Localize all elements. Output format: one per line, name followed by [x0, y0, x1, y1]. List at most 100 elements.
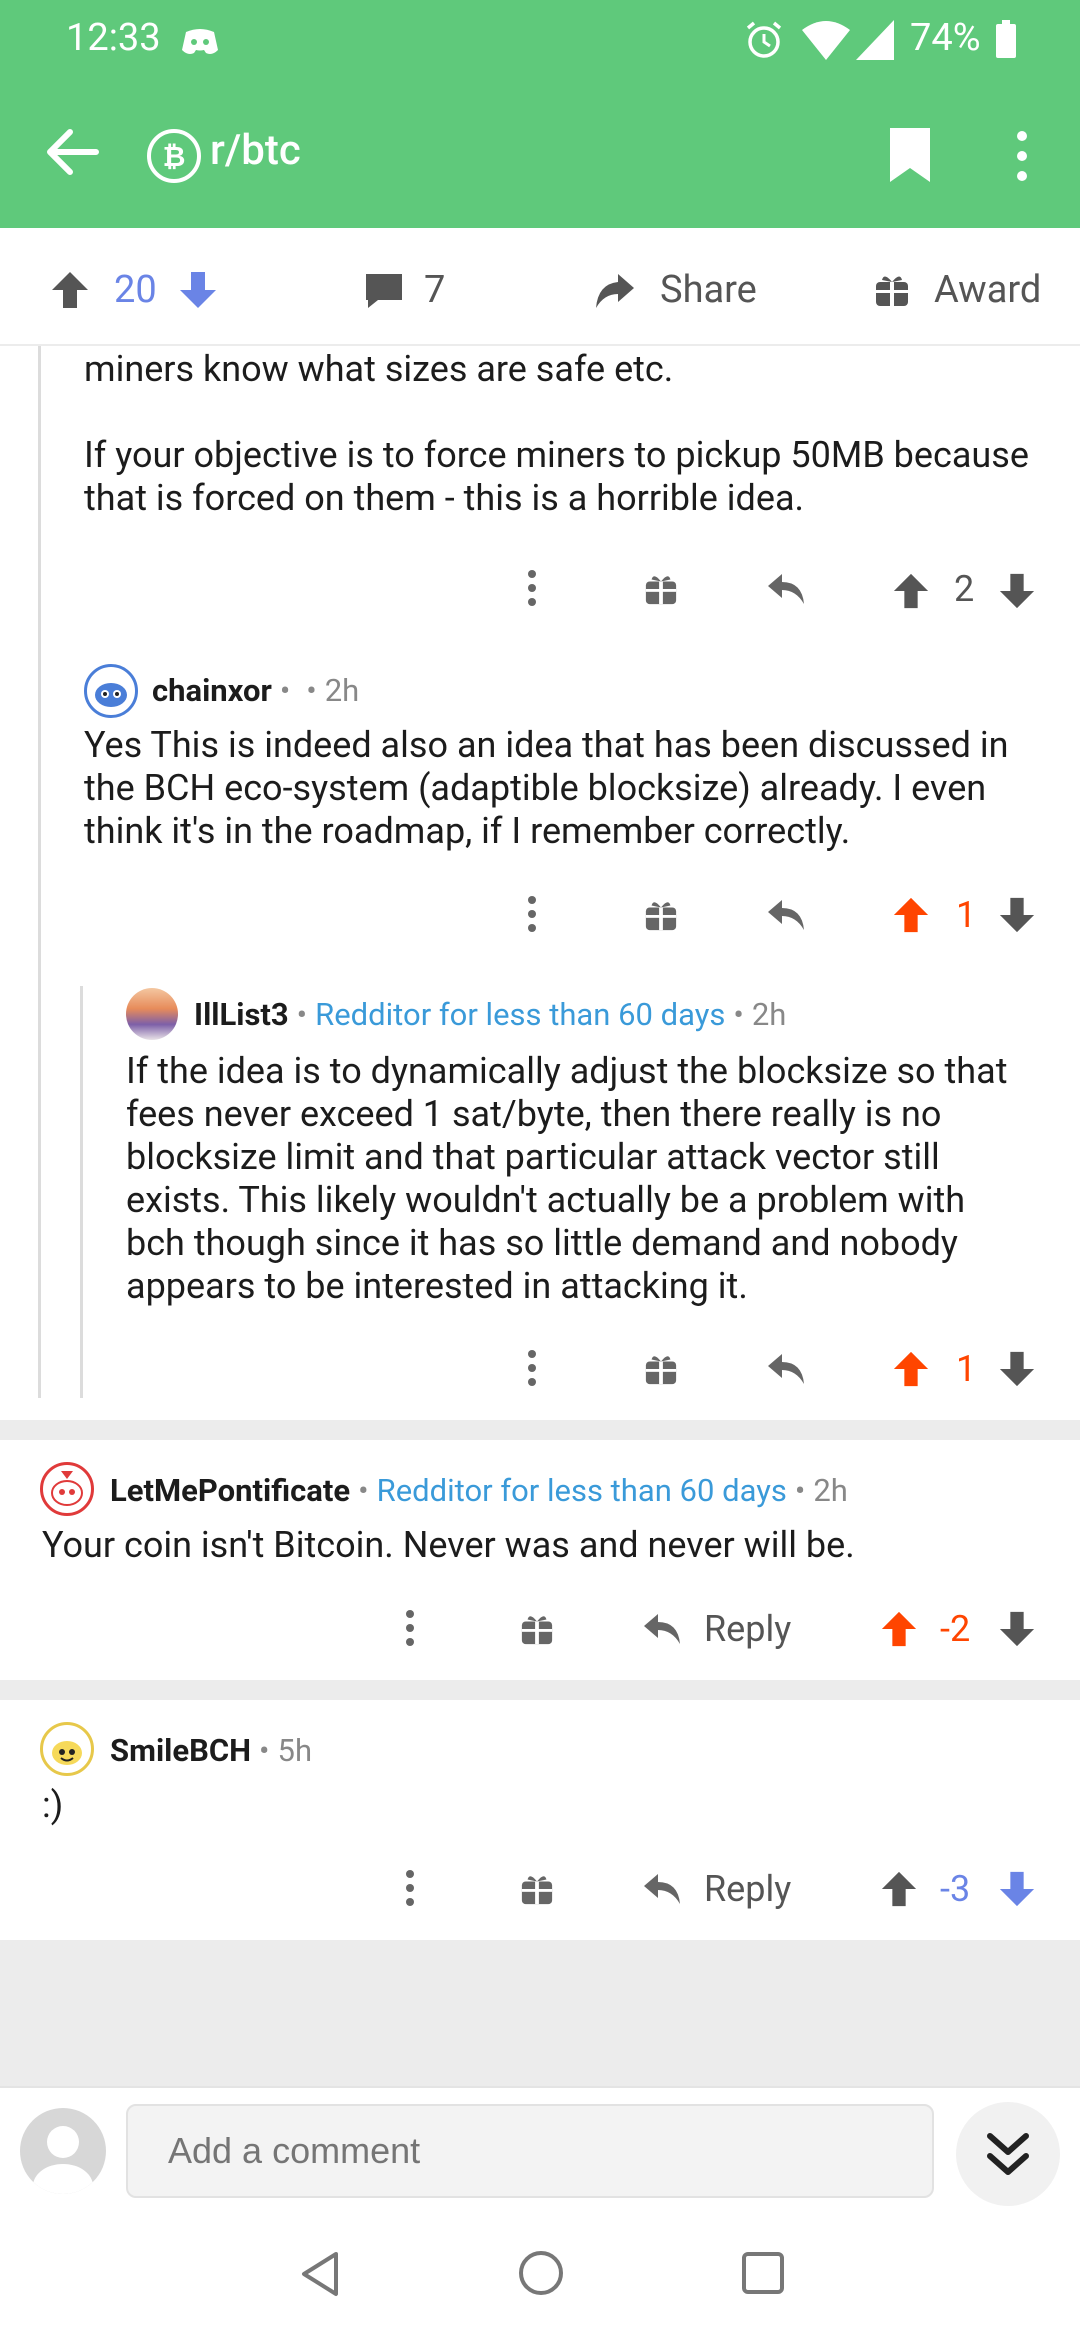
user-avatar[interactable]: [20, 2108, 106, 2194]
upvote-icon[interactable]: [892, 572, 930, 610]
downvote-icon[interactable]: [998, 572, 1036, 610]
status-bar: 12:33 74%: [0, 0, 1080, 80]
nav-home-icon[interactable]: [516, 2248, 566, 2298]
reply-icon[interactable]: [766, 572, 806, 606]
comment-time: 2h: [324, 672, 360, 709]
comment-score: -3: [940, 1868, 971, 1910]
comment-score: 1: [956, 1348, 977, 1390]
user-flair: Redditor for less than 60 days: [315, 996, 726, 1033]
comment-count[interactable]: 7: [424, 268, 445, 312]
comment-meta: LetMePontificate • Redditor for less tha…: [110, 1472, 848, 1509]
nav-recents-icon[interactable]: [740, 2250, 786, 2296]
post-action-bar: 20 7 Share Award: [0, 228, 1080, 346]
battery-percent: 74%: [910, 16, 981, 60]
discord-icon: [182, 29, 218, 54]
add-comment-input[interactable]: [126, 2104, 934, 2198]
comment-text-line: If your objective is to force miners to …: [84, 434, 1029, 519]
bookmark-icon[interactable]: [886, 126, 934, 184]
comment-time: 5h: [277, 1732, 313, 1769]
reply-icon[interactable]: [642, 1612, 682, 1646]
more-options-icon[interactable]: [524, 568, 540, 608]
thread-line[interactable]: [38, 346, 41, 1398]
username[interactable]: IllList3: [194, 996, 289, 1033]
user-flair: Redditor for less than 60 days: [376, 1472, 787, 1509]
comment-meta: chainxor • • 2h: [152, 672, 360, 709]
comment-score: 1: [956, 894, 977, 936]
award-gift-icon[interactable]: [644, 1352, 678, 1386]
award-gift-icon[interactable]: [644, 898, 678, 932]
downvote-icon[interactable]: [178, 270, 218, 310]
subreddit-bitcoin-icon[interactable]: ₿: [146, 128, 202, 184]
avatar[interactable]: [40, 1462, 94, 1516]
comment-text-line: miners know what sizes are safe etc.: [84, 348, 674, 390]
more-vertical-icon[interactable]: [1010, 126, 1034, 186]
comment-body: Yes This is indeed also an idea that has…: [84, 724, 1009, 852]
comment-score: 2: [954, 568, 975, 610]
reply-icon[interactable]: [642, 1872, 682, 1906]
comment-meta: IllList3 • Redditor for less than 60 day…: [194, 996, 787, 1033]
thread-line-nested[interactable]: [80, 986, 83, 1398]
wifi-icon: [802, 21, 850, 60]
comment-icon[interactable]: [364, 272, 404, 310]
downvote-icon[interactable]: [998, 1870, 1036, 1908]
more-options-icon[interactable]: [524, 894, 540, 934]
more-options-icon[interactable]: [524, 1348, 540, 1388]
default-user-icon: [33, 2126, 93, 2194]
reply-icon[interactable]: [766, 1352, 806, 1386]
comment-body: If the idea is to dynamically adjust the…: [126, 1050, 1008, 1307]
comment-time: 2h: [751, 996, 787, 1033]
username[interactable]: LetMePontificate: [110, 1472, 350, 1509]
upvote-icon[interactable]: [880, 1870, 918, 1908]
thread-separator: [0, 1680, 1080, 1700]
collapse-button[interactable]: [956, 2102, 1060, 2206]
upvote-icon[interactable]: [50, 270, 90, 310]
battery-icon: [996, 20, 1016, 58]
award-gift-icon[interactable]: [874, 272, 910, 308]
comment-body: miners know what sizes are safe etc. If …: [84, 348, 1064, 520]
comment-score: -2: [940, 1608, 971, 1650]
post-score: 20: [114, 268, 157, 312]
share-icon[interactable]: [594, 270, 636, 310]
double-chevron-down-icon: [987, 2133, 1029, 2175]
upvote-icon[interactable]: [892, 1350, 930, 1388]
alarm-icon: [746, 21, 782, 58]
upvote-icon[interactable]: [892, 896, 930, 934]
subreddit-title[interactable]: r/btc: [210, 126, 301, 175]
more-options-icon[interactable]: [402, 1608, 418, 1648]
reply-button[interactable]: Reply: [704, 1868, 791, 1910]
snoo-avatar-icon: [52, 1741, 82, 1765]
avatar[interactable]: [126, 988, 178, 1040]
signal-icon: [856, 20, 894, 60]
back-arrow-icon[interactable]: [40, 120, 104, 184]
award-gift-icon[interactable]: [520, 1872, 554, 1906]
username[interactable]: chainxor: [152, 672, 272, 709]
award-button[interactable]: Award: [934, 268, 1041, 312]
nav-back-icon[interactable]: [296, 2250, 344, 2298]
status-time: 12:33: [66, 16, 161, 60]
award-gift-icon[interactable]: [644, 572, 678, 606]
thread-separator: [0, 1420, 1080, 1440]
downvote-icon[interactable]: [998, 896, 1036, 934]
comment-composer-bar: [0, 2086, 1080, 2206]
username[interactable]: SmileBCH: [110, 1732, 251, 1769]
avatar[interactable]: [40, 1722, 94, 1776]
comment-body: :): [42, 1784, 64, 1826]
app-header: 12:33 74% ₿ r/btc: [0, 0, 1080, 228]
svg-text:₿: ₿: [163, 141, 186, 172]
snoo-avatar-icon: [51, 1471, 83, 1506]
more-options-icon[interactable]: [402, 1868, 418, 1908]
downvote-icon[interactable]: [998, 1610, 1036, 1648]
comment-body: Your coin isn't Bitcoin. Never was and n…: [42, 1524, 855, 1566]
thread-end-area: [0, 1940, 1080, 2086]
share-button[interactable]: Share: [660, 268, 757, 312]
avatar[interactable]: [84, 664, 138, 718]
award-gift-icon[interactable]: [520, 1612, 554, 1646]
upvote-icon[interactable]: [880, 1610, 918, 1648]
reply-button[interactable]: Reply: [704, 1608, 791, 1650]
reply-icon[interactable]: [766, 898, 806, 932]
comment-meta: SmileBCH • 5h: [110, 1732, 313, 1769]
snoo-avatar-icon: [95, 683, 127, 707]
system-navigation-bar: [0, 2206, 1080, 2340]
comment-time: 2h: [813, 1472, 848, 1509]
downvote-icon[interactable]: [998, 1350, 1036, 1388]
